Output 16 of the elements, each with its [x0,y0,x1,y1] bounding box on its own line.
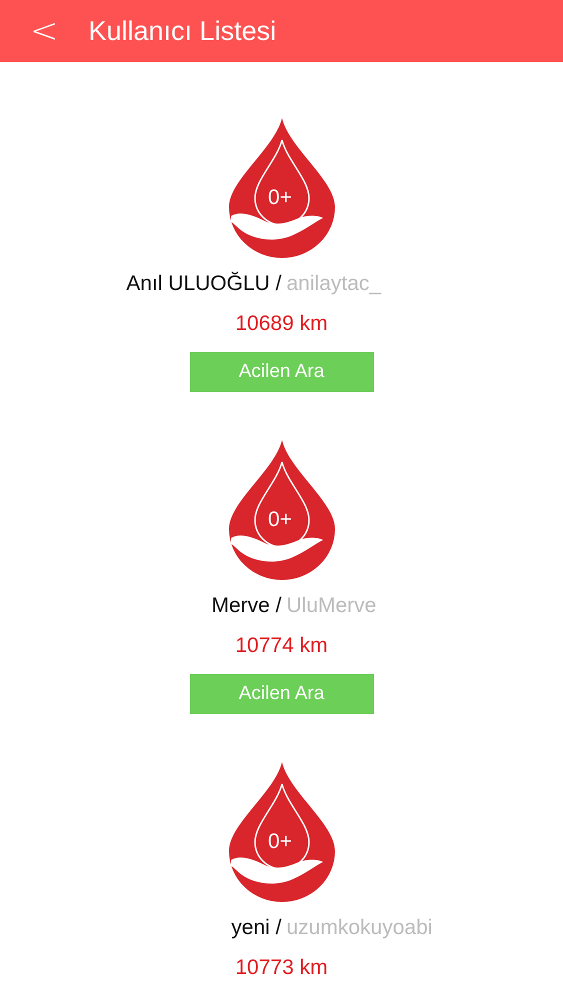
distance-text: 10773 km [235,956,328,980]
user-name: Anıl ULUOĞLU / [126,272,282,296]
distance-text: 10689 km [235,312,328,336]
call-button[interactable]: Acilen Ara [190,674,374,714]
blood-drop-logo-icon: 0+ [228,118,334,258]
call-button[interactable]: Acilen Ara [190,352,374,392]
username: uzumkokuyoabi [286,916,432,940]
blood-drop-logo-icon: 0+ [228,440,334,580]
back-button[interactable]: < [26,14,62,48]
user-name: Merve / [211,594,282,618]
username: UluMerve [286,594,376,618]
distance-text: 10774 km [235,634,328,658]
username: anilaytac_ [286,272,382,296]
screen-title: Kullanıcı Listesi [88,16,276,46]
blood-drop-logo-icon: 0+ [228,762,334,902]
user-name: yeni / [231,916,282,940]
